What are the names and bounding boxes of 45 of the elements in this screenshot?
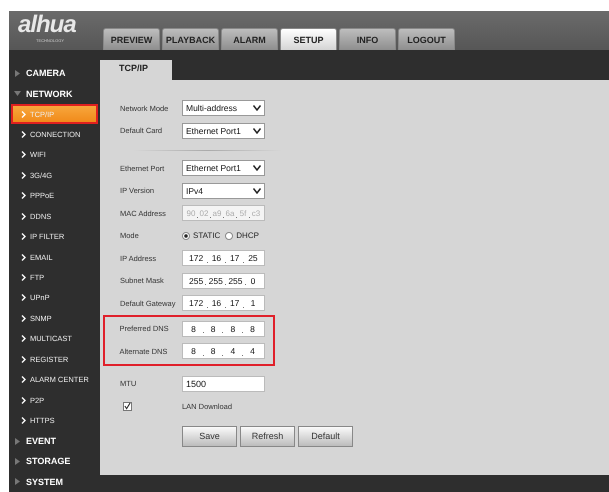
chevron-icon xyxy=(21,110,26,118)
dropdown[interactable]: IPv4 xyxy=(182,182,265,199)
ip-field[interactable]: 8 8 8 8 xyxy=(182,320,264,337)
sidebar-section[interactable]: STORAGE xyxy=(9,451,100,472)
form-button[interactable]: Save xyxy=(182,426,237,446)
radio-option[interactable]: STATIC xyxy=(182,231,220,240)
ip-field[interactable]: 172 16 17 1 xyxy=(182,295,265,312)
input-field[interactable]: 1500 xyxy=(182,376,265,392)
ip-field[interactable]: 8 8 4 4 xyxy=(182,343,264,360)
dropdown[interactable]: Multi-address xyxy=(182,100,265,116)
ip-field[interactable]: 255 255 255 0 xyxy=(182,272,265,289)
chevron-icon xyxy=(21,335,26,342)
chevron-icon xyxy=(21,192,26,200)
chevron-icon xyxy=(21,212,26,220)
chevron-icon xyxy=(21,233,26,240)
chevron-icon xyxy=(21,356,26,363)
chevron-icon xyxy=(21,151,26,158)
sidebar-section[interactable]: EVENT xyxy=(9,430,100,452)
chevron-icon xyxy=(21,294,26,302)
sidebar-section[interactable]: CAMERA xyxy=(9,63,100,84)
chevron-icon xyxy=(21,254,26,261)
nav-tab[interactable]: PLAYBACK xyxy=(162,28,219,50)
chevron-icon xyxy=(21,376,26,384)
chevron-icon xyxy=(21,396,26,404)
form-button[interactable]: Default xyxy=(298,426,353,446)
chevron-icon xyxy=(21,314,26,322)
chevron-icon xyxy=(21,130,26,138)
sidebar-section[interactable]: SYSTEM xyxy=(9,472,100,492)
nav-tab[interactable]: SETUP xyxy=(280,28,337,50)
chevron-icon xyxy=(21,172,26,179)
form-button[interactable]: Refresh xyxy=(240,426,295,446)
dropdown[interactable]: Ethernet Port1 xyxy=(182,160,265,176)
logo: alhua xyxy=(18,11,76,38)
ip-field[interactable]: 172 16 17 25 xyxy=(182,250,265,266)
dropdown[interactable]: Ethernet Port1 xyxy=(182,122,265,139)
nav-tab[interactable]: LOGOUT xyxy=(398,28,455,50)
chevron-icon xyxy=(21,417,26,424)
nav-tab[interactable]: PREVIEW xyxy=(103,28,160,50)
radio-option[interactable]: DHCP xyxy=(225,231,259,240)
nav-tab[interactable]: ALARM xyxy=(221,28,278,50)
nav-tab[interactable]: INFO xyxy=(339,28,396,50)
checkbox[interactable] xyxy=(123,402,132,411)
chevron-icon xyxy=(21,274,26,282)
sidebar-section[interactable]: NETWORK xyxy=(9,83,100,104)
page-tab[interactable]: TCP/IP xyxy=(100,60,172,80)
